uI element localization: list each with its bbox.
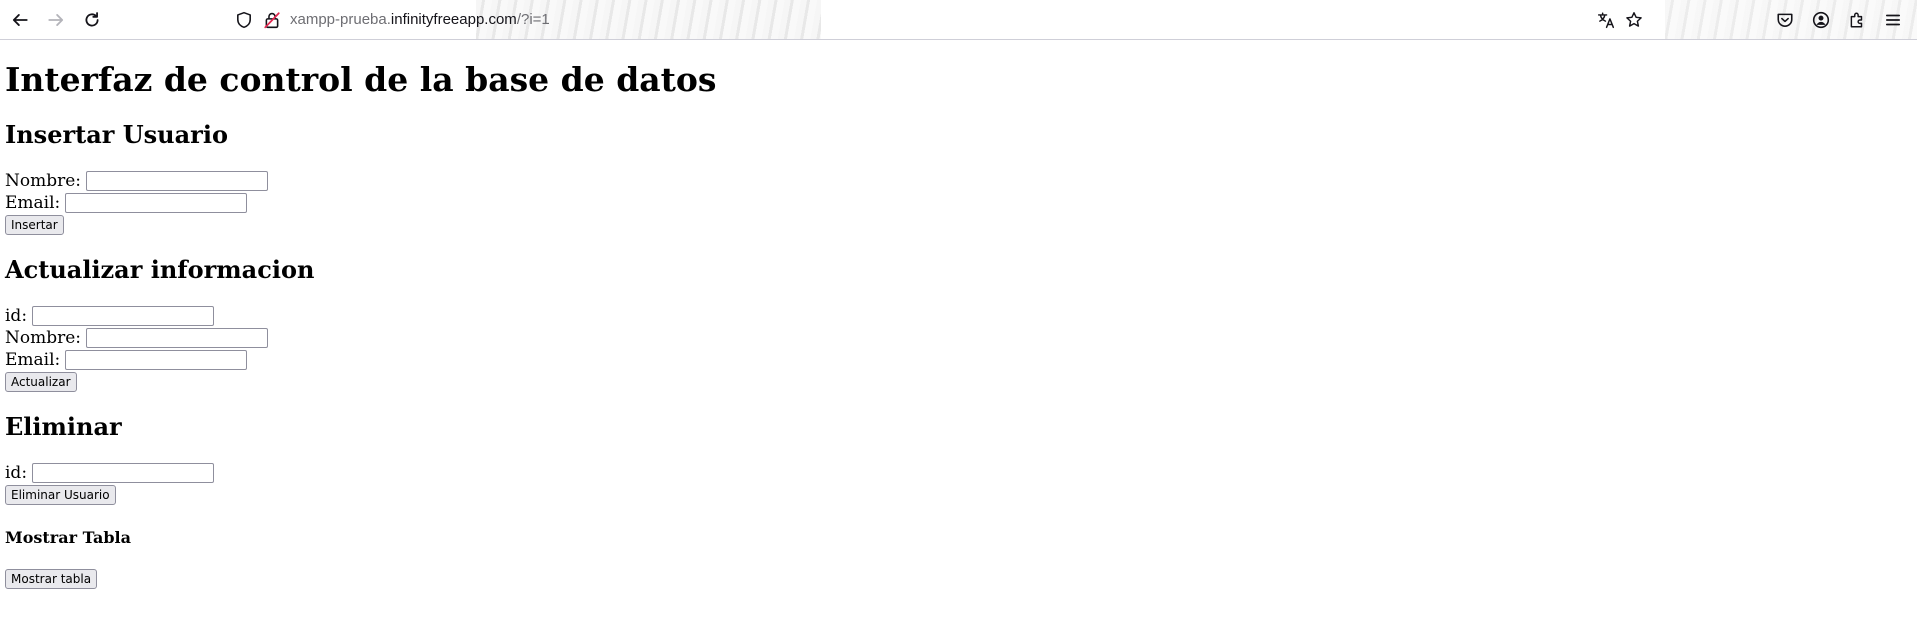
update-email-label: Email:: [5, 350, 61, 370]
update-id-row: id:: [5, 305, 215, 327]
insert-button[interactable]: Insertar: [5, 215, 64, 235]
translate-icon[interactable]: [1592, 6, 1620, 34]
back-arrow-icon[interactable]: [6, 6, 34, 34]
url-host: infinityfreeapp.com: [390, 11, 517, 28]
pocket-icon[interactable]: [1771, 6, 1799, 34]
url-path: /?i=1: [516, 11, 550, 28]
insecure-lock-icon[interactable]: [258, 6, 286, 34]
insert-email-input[interactable]: [65, 193, 248, 213]
show-table-button[interactable]: Mostrar tabla: [5, 569, 98, 589]
account-icon[interactable]: [1807, 6, 1835, 34]
page-title: Interfaz de control de la base de datos: [5, 60, 717, 99]
insert-name-label: Nombre:: [5, 171, 82, 191]
star-icon[interactable]: [1620, 6, 1648, 34]
browser-toolbar: xampp-prueba. infinityfreeapp.com/?i=1: [0, 0, 1917, 40]
extensions-icon[interactable]: [1843, 6, 1871, 34]
update-email-input[interactable]: [65, 350, 248, 370]
insert-email-row: Email:: [5, 192, 248, 214]
shield-icon[interactable]: [230, 6, 258, 34]
delete-id-input[interactable]: [32, 463, 215, 483]
update-id-label: id:: [5, 306, 28, 326]
update-name-label: Nombre:: [5, 328, 82, 348]
forward-arrow-icon[interactable]: [42, 6, 70, 34]
insert-email-label: Email:: [5, 193, 61, 213]
update-email-row: Email:: [5, 349, 248, 371]
update-button[interactable]: Actualizar: [5, 372, 77, 392]
delete-id-row: id:: [5, 462, 215, 484]
reload-icon[interactable]: [78, 6, 106, 34]
update-name-input[interactable]: [86, 328, 269, 348]
delete-heading: Eliminar: [5, 412, 122, 441]
hamburger-menu-icon[interactable]: [1879, 6, 1907, 34]
insert-heading: Insertar Usuario: [5, 120, 228, 149]
update-heading: Actualizar informacion: [5, 255, 315, 284]
update-name-row: Nombre:: [5, 327, 269, 349]
url-subdomain: xampp-prueba.: [290, 11, 391, 28]
url-bar[interactable]: xampp-prueba. infinityfreeapp.com/?i=1: [290, 0, 550, 39]
update-id-input[interactable]: [32, 306, 215, 326]
show-table-heading: Mostrar Tabla: [5, 528, 131, 547]
delete-user-button[interactable]: Eliminar Usuario: [5, 485, 116, 505]
insert-name-row: Nombre:: [5, 170, 269, 192]
insert-name-input[interactable]: [86, 171, 269, 191]
delete-id-label: id:: [5, 463, 28, 483]
